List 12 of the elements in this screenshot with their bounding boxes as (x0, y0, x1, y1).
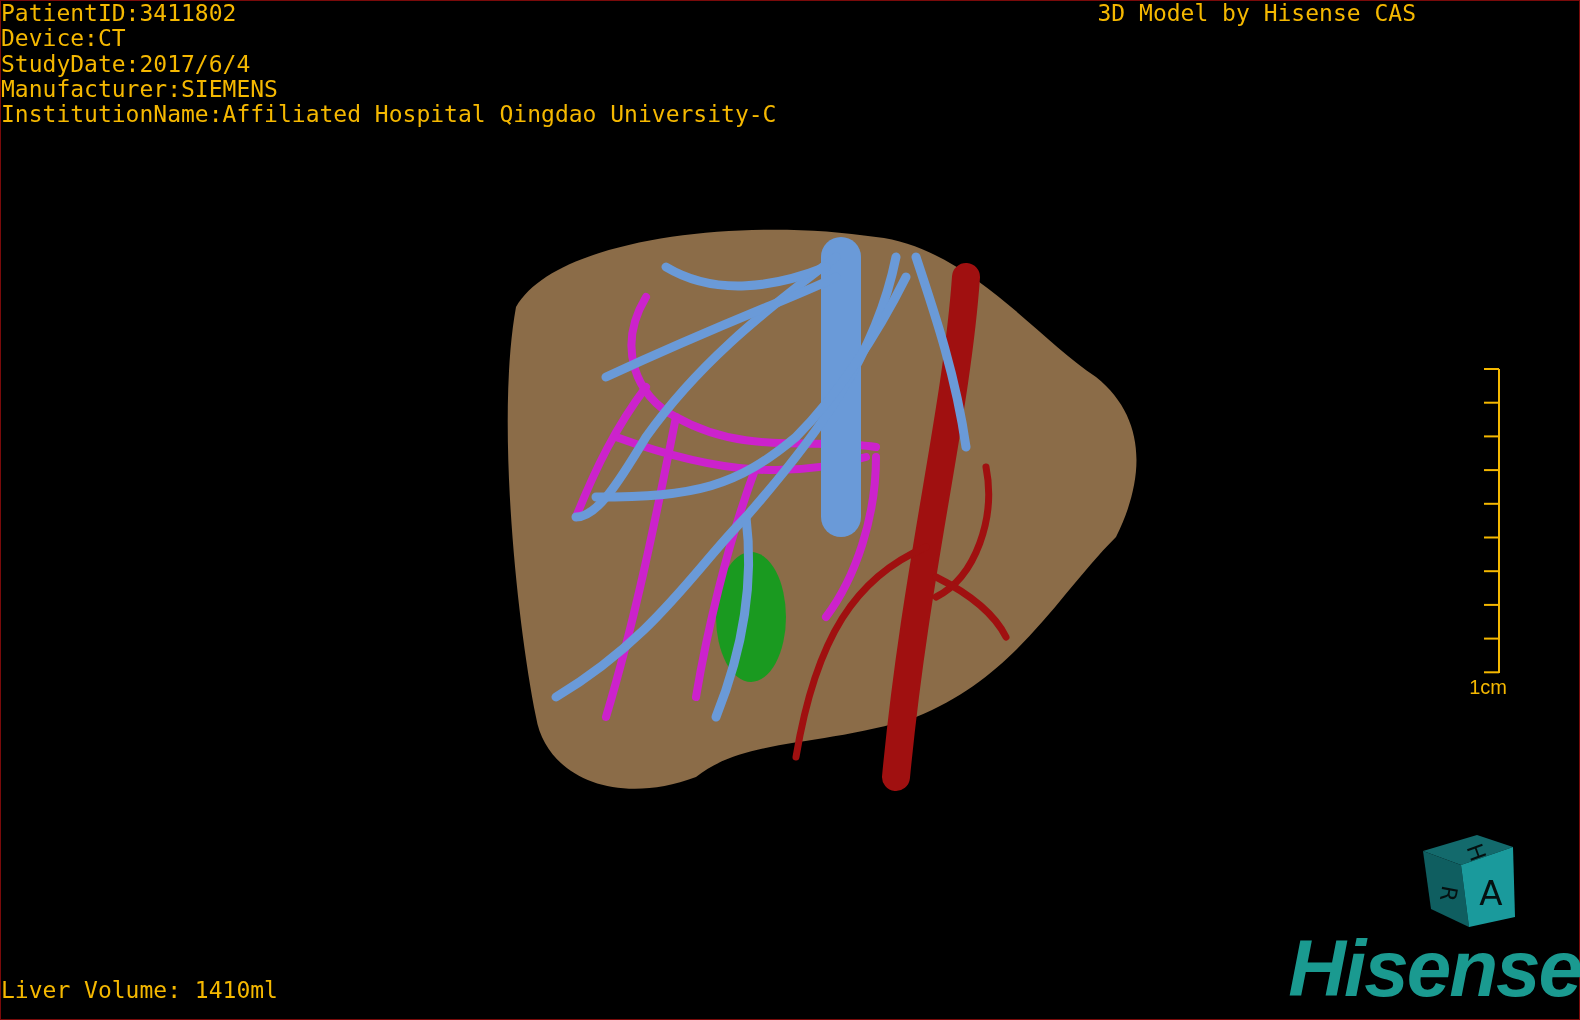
cube-face-label: H (1461, 840, 1491, 865)
cube-face-label: A (1479, 873, 1503, 913)
patient-info-line: PatientID:3411802 (1, 1, 238, 27)
patient-info-line: InstitutionName:Affiliated Hospital Qingdao University-C (1, 102, 777, 128)
orientation-cube[interactable] (1423, 835, 1515, 927)
scale-label: 1cm (1469, 675, 1507, 700)
viewer-title: 3D Model by Hisense CAS (1097, 1, 1417, 27)
patient-info-line: Device:CT (1, 26, 127, 52)
cube-face-label: R (1434, 883, 1463, 904)
liver-volume-text: Liver Volume: 1410ml (1, 977, 278, 1003)
patient-info-line: Manufacturer:SIEMENS (1, 76, 279, 103)
patient-info-line: StudyDate:2017/6/4 (1, 51, 252, 77)
